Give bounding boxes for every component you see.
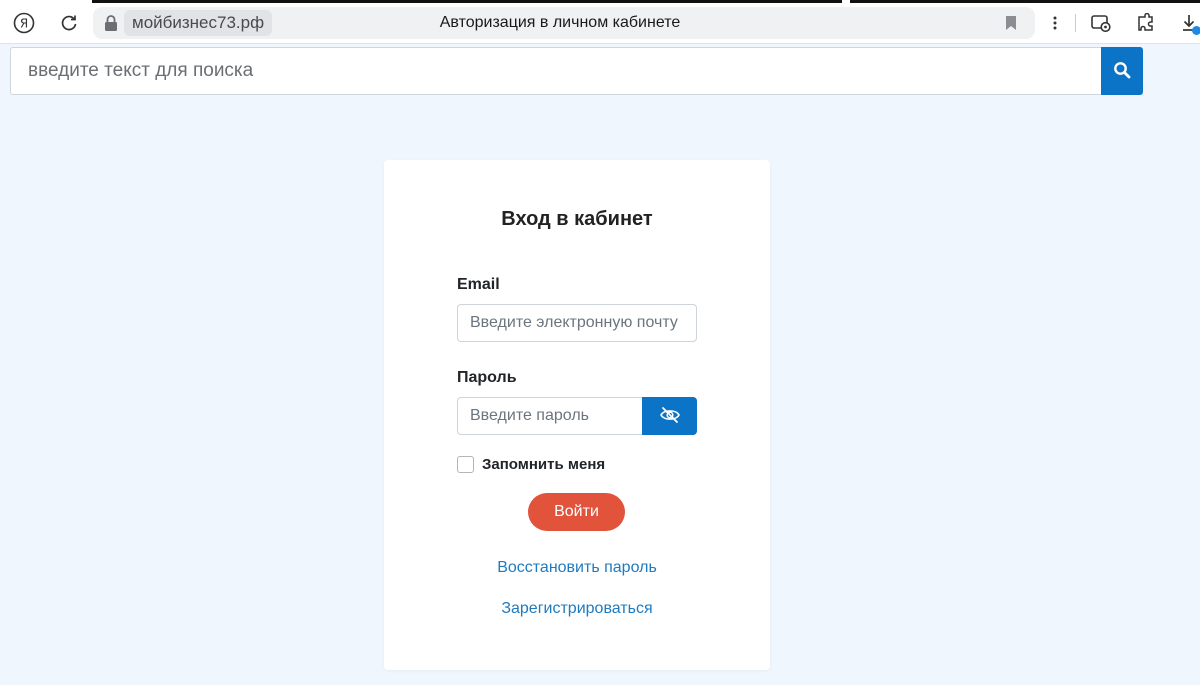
remember-me-checkbox[interactable] [457, 455, 474, 473]
restore-password-link[interactable]: Восстановить пароль [384, 559, 770, 577]
bookmark-icon[interactable] [997, 9, 1025, 37]
tab-edge [850, 0, 1200, 3]
reload-icon[interactable] [55, 9, 83, 37]
page-title-bar: Авторизация в личном кабинете [439, 14, 681, 31]
login-button[interactable]: Войти [528, 493, 625, 531]
browser-toolbar: Я мойбизнес73.рф Авторизация в личном ка… [0, 0, 1200, 44]
email-field[interactable] [457, 304, 697, 342]
lock-icon [103, 14, 119, 32]
search-button[interactable] [1101, 47, 1143, 95]
password-field[interactable] [457, 397, 643, 435]
remember-me-row: Запомнить меня [457, 455, 605, 473]
menu-dots-icon[interactable] [1041, 9, 1069, 37]
password-label: Пароль [457, 369, 517, 386]
site-search-input[interactable] [10, 47, 1102, 95]
extensions-icon[interactable] [1132, 9, 1160, 37]
login-card: Вход в кабинет Email Пароль Запомнить ме… [384, 160, 770, 670]
remember-me-label[interactable]: Запомнить меня [482, 456, 605, 473]
yandex-logo-icon[interactable]: Я [10, 9, 38, 37]
address-domain[interactable]: мойбизнес73.рф [124, 10, 273, 36]
download-badge [1192, 26, 1200, 35]
search-icon [1113, 61, 1131, 82]
email-label: Email [457, 276, 500, 293]
register-link[interactable]: Зарегистрироваться [384, 600, 770, 618]
toolbar-divider [1075, 14, 1076, 32]
active-tab-edge [92, 0, 842, 3]
svg-text:Я: Я [20, 17, 28, 31]
screenshot-icon[interactable] [1087, 9, 1115, 37]
login-title: Вход в кабинет [501, 208, 653, 230]
eye-slash-icon [659, 406, 681, 427]
toggle-password-visibility-button[interactable] [642, 397, 697, 435]
